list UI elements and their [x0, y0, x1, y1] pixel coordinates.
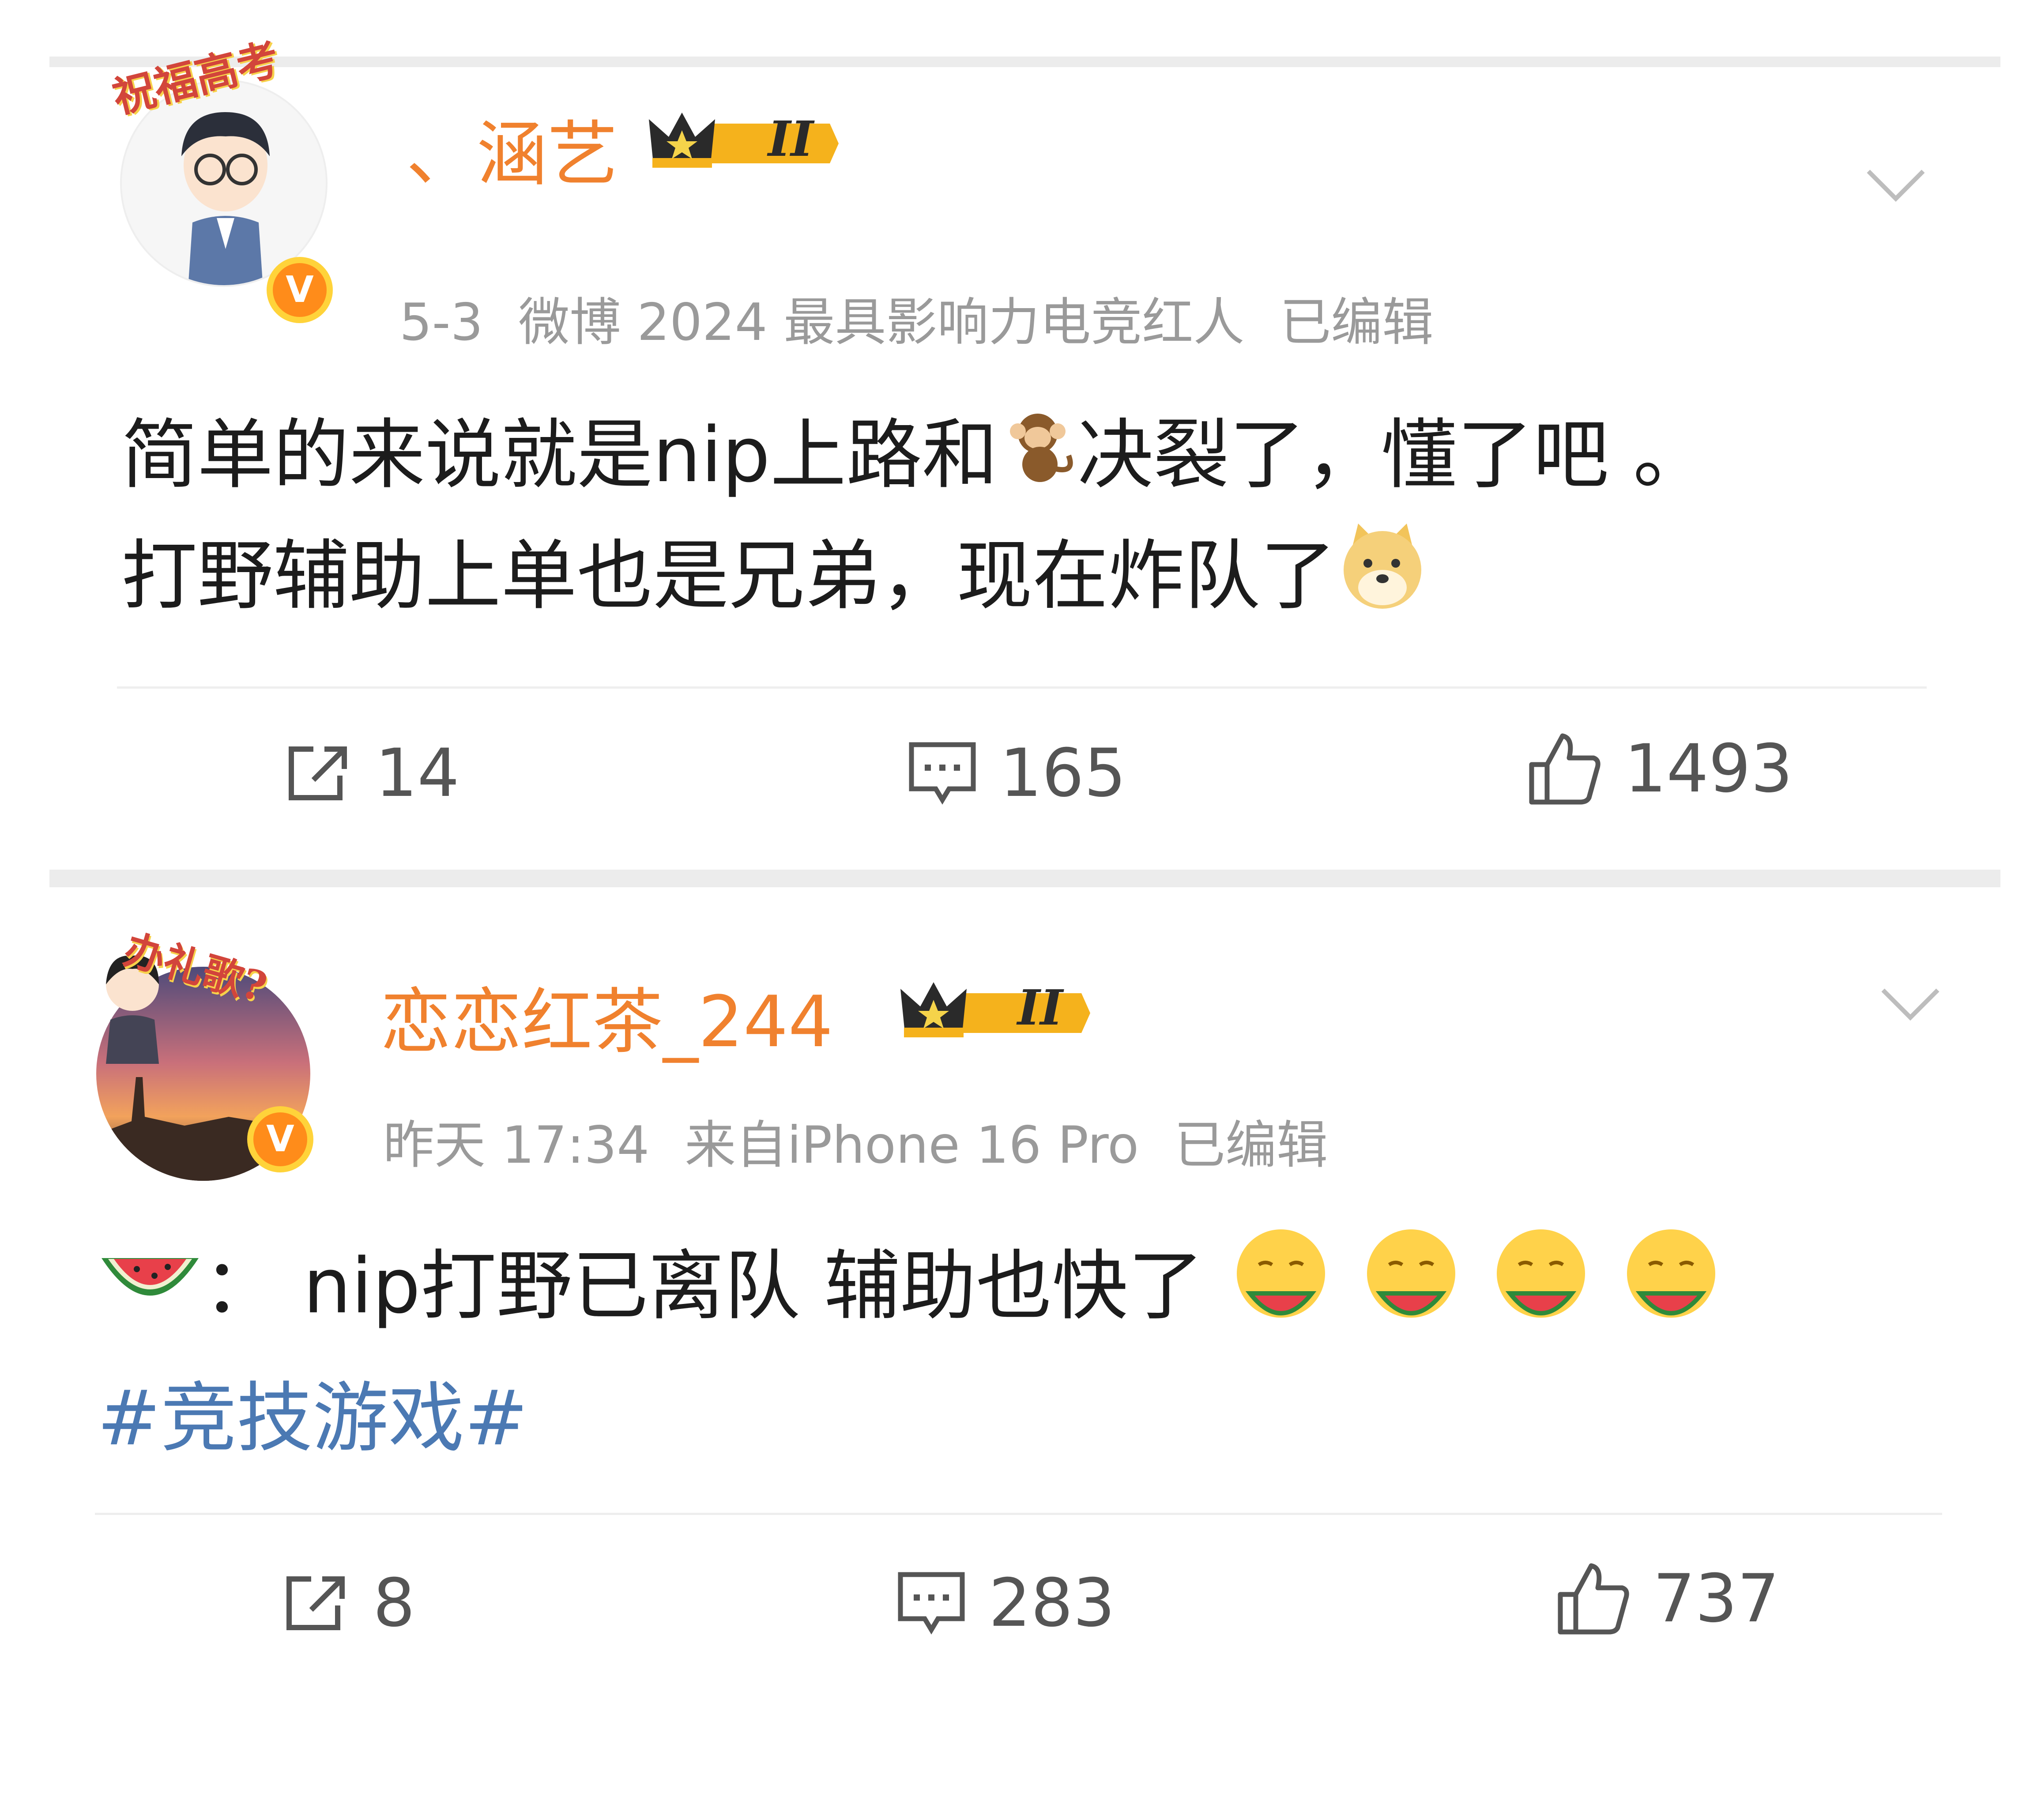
watermelon-emoji-icon — [97, 1232, 203, 1352]
share-count: 8 — [373, 1565, 415, 1642]
feed-separator — [49, 870, 2000, 887]
eating-watermelon-emoji-icon — [1358, 1223, 1464, 1360]
eating-watermelon-emoji-icon — [1618, 1223, 1724, 1360]
thumbs-up-icon — [1558, 1563, 1629, 1635]
username[interactable]: 恋恋红茶_244 — [380, 965, 833, 1067]
verified-icon: V — [247, 1106, 313, 1172]
post-divider — [95, 1513, 1942, 1515]
hashtag-link[interactable]: #竞技游戏# — [97, 1374, 528, 1462]
chevron-down-icon[interactable] — [1879, 987, 1941, 1024]
post-meta: 昨天 17:34 来自iPhone 16 Pro 已编辑 — [383, 1104, 1363, 1178]
comment-count: 283 — [989, 1565, 1115, 1642]
post-content: ： nip打野已离队 辅助也快了 #竞技游戏# — [97, 1223, 1724, 1476]
feed-post: 办礼歌? V 恋恋红茶_244 II 昨天 17:34 来自iPhone 16 P… — [0, 0, 2026, 1642]
eating-watermelon-emoji-icon — [1228, 1223, 1334, 1360]
edited-label: 已编辑 — [1174, 1115, 1328, 1175]
like-count: 737 — [1653, 1560, 1780, 1637]
post-date: 昨天 17:34 — [383, 1115, 650, 1175]
post-source: 来自iPhone 16 Pro — [685, 1115, 1139, 1175]
like-button[interactable]: 737 — [1556, 1560, 1779, 1637]
post-text: ： nip打野已离队 辅助也快了 — [203, 1241, 1204, 1330]
membership-level-label: II — [1017, 979, 1063, 1036]
comment-button[interactable]: 283 — [896, 1565, 1115, 1642]
share-icon — [286, 1576, 345, 1630]
comment-icon — [898, 1572, 965, 1635]
share-button[interactable]: 8 — [280, 1565, 415, 1642]
eating-watermelon-emoji-icon — [1488, 1223, 1594, 1360]
